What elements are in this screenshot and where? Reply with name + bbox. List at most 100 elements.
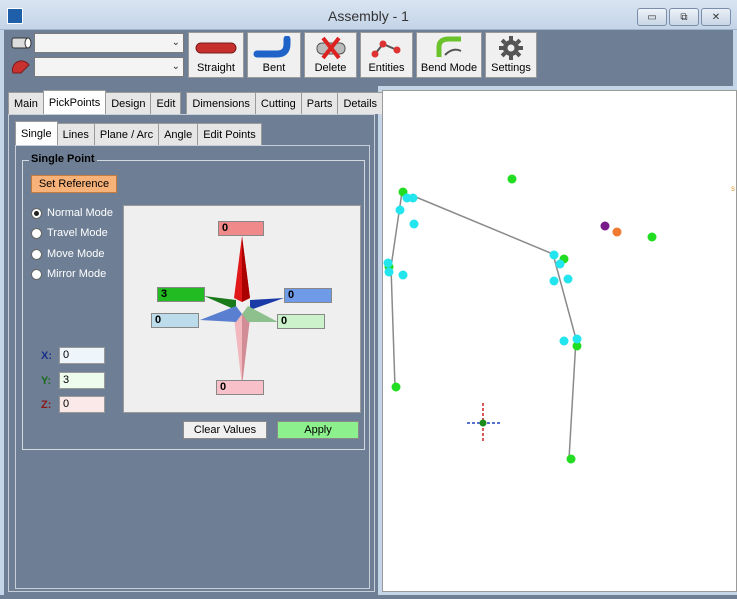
tab-angle[interactable]: Angle bbox=[158, 123, 199, 145]
mirror-mode-label: Mirror Mode bbox=[47, 268, 107, 280]
radio-indicator[interactable] bbox=[31, 268, 42, 280]
entities-label: Entities bbox=[368, 62, 405, 74]
value-right[interactable]: 0 bbox=[284, 288, 332, 303]
main-tabs: Main PickPoints Design Edit Dimensions C… bbox=[8, 90, 384, 114]
x-coordinate-row: X: 0 bbox=[41, 347, 105, 364]
tab-parts[interactable]: Parts bbox=[300, 92, 339, 114]
pipe-path-right bbox=[410, 194, 577, 460]
travel-mode-radio[interactable]: Travel Mode bbox=[31, 225, 108, 241]
die-select[interactable]: ⌄ bbox=[34, 57, 184, 77]
value-front-left[interactable]: 0 bbox=[151, 313, 199, 328]
window-title: Assembly - 1 bbox=[328, 8, 409, 24]
tab-dimensions[interactable]: Dimensions bbox=[186, 92, 256, 114]
title-bar: Assembly - 1 ▭ ⧉ ✕ bbox=[0, 0, 737, 30]
entities-button[interactable]: Entities bbox=[360, 32, 413, 78]
bend-mode-button[interactable]: Bend Mode bbox=[416, 32, 482, 78]
tab-design[interactable]: Design bbox=[105, 92, 152, 114]
window-bottom-border bbox=[0, 595, 737, 599]
direction-compass[interactable]: 0 3 0 0 0 0 bbox=[123, 205, 361, 413]
mirror-mode-radio[interactable]: Mirror Mode bbox=[31, 266, 106, 282]
radio-indicator[interactable] bbox=[31, 248, 42, 260]
purple-point[interactable] bbox=[600, 221, 610, 231]
entities-icon bbox=[369, 33, 405, 62]
settings-button[interactable]: Settings bbox=[485, 32, 537, 78]
origin-axis-icon bbox=[467, 403, 501, 443]
3d-viewport[interactable]: s bbox=[382, 90, 737, 592]
move-mode-radio[interactable]: Move Mode bbox=[31, 246, 104, 262]
radio-indicator[interactable] bbox=[31, 227, 42, 239]
minimize-icon: ▭ bbox=[647, 11, 657, 23]
bend-mode-label: Bend Mode bbox=[420, 62, 478, 74]
tab-parts-label: Parts bbox=[306, 97, 333, 110]
set-reference-button[interactable]: Set Reference bbox=[31, 175, 117, 193]
tab-edit-label: Edit bbox=[156, 97, 176, 110]
orange-point[interactable] bbox=[612, 227, 622, 237]
x-field[interactable]: 0 bbox=[59, 347, 105, 364]
bent-pipe-icon bbox=[253, 33, 295, 62]
maximize-icon: ⧉ bbox=[680, 11, 688, 23]
tab-main[interactable]: Main bbox=[8, 92, 44, 114]
bent-button[interactable]: Bent bbox=[247, 32, 301, 78]
close-button[interactable]: ✕ bbox=[701, 8, 731, 26]
tab-dimensions-label: Dimensions bbox=[192, 97, 250, 110]
tab-details-label: Details bbox=[343, 97, 378, 110]
z-label: Z: bbox=[41, 398, 52, 411]
value-bottom[interactable]: 0 bbox=[216, 380, 264, 395]
pickpoint-canvas[interactable]: s bbox=[383, 91, 737, 593]
tab-pickpoints-label: PickPoints bbox=[48, 96, 101, 109]
close-icon: ✕ bbox=[711, 11, 721, 23]
normal-mode-radio[interactable]: Normal Mode bbox=[31, 205, 113, 221]
tab-single[interactable]: Single bbox=[15, 121, 58, 145]
move-mode-label: Move Mode bbox=[47, 248, 105, 260]
pipe-select[interactable]: ⌄ bbox=[34, 33, 184, 53]
radio-indicator[interactable] bbox=[31, 207, 42, 219]
z-field[interactable]: 0 bbox=[59, 396, 105, 413]
left-panel: Main PickPoints Design Edit Dimensions C… bbox=[4, 86, 384, 595]
settings-label: Settings bbox=[491, 62, 531, 74]
tab-angle-label: Angle bbox=[164, 128, 193, 141]
value-top[interactable]: 0 bbox=[218, 221, 264, 236]
bend-die-icon bbox=[8, 56, 34, 78]
tab-pickpoints[interactable]: PickPoints bbox=[42, 90, 107, 114]
apply-button[interactable]: Apply bbox=[277, 421, 359, 439]
cyan-points[interactable] bbox=[383, 193, 582, 346]
pickpoints-tab-body: Single Lines Plane / Arc Angle Edit Poin… bbox=[8, 114, 375, 592]
bend-mode-icon bbox=[431, 33, 467, 62]
normal-mode-label: Normal Mode bbox=[47, 207, 114, 219]
green-points[interactable] bbox=[384, 174, 657, 464]
gear-icon bbox=[497, 33, 525, 62]
clear-values-button[interactable]: Clear Values bbox=[183, 421, 267, 439]
delete-button[interactable]: Delete bbox=[304, 32, 357, 78]
straight-button[interactable]: Straight bbox=[188, 32, 244, 78]
maximize-button[interactable]: ⧉ bbox=[669, 8, 699, 26]
tab-plane-arc[interactable]: Plane / Arc bbox=[93, 123, 160, 145]
straight-label: Straight bbox=[197, 62, 235, 74]
z-coordinate-row: Z: 0 bbox=[41, 396, 105, 413]
delete-label: Delete bbox=[314, 62, 347, 74]
group-title: Single Point bbox=[29, 153, 97, 165]
single-point-group: Single Point Set Reference Normal Mode T… bbox=[22, 153, 365, 450]
minimize-button[interactable]: ▭ bbox=[637, 8, 667, 26]
tab-design-label: Design bbox=[111, 97, 146, 110]
chevron-down-icon: ⌄ bbox=[171, 61, 180, 72]
x-label: X: bbox=[41, 349, 52, 362]
tab-details[interactable]: Details bbox=[337, 92, 384, 114]
tab-cutting-label: Cutting bbox=[260, 97, 296, 110]
tab-edit-points[interactable]: Edit Points bbox=[197, 123, 262, 145]
tab-lines[interactable]: Lines bbox=[56, 123, 95, 145]
tab-lines-label: Lines bbox=[62, 128, 89, 141]
tab-edit-points-label: Edit Points bbox=[203, 128, 256, 141]
y-coordinate-row: Y: 3 bbox=[41, 372, 105, 389]
die-combo-row: ⌄ bbox=[8, 56, 190, 78]
delete-pipe-icon bbox=[311, 33, 351, 62]
value-left[interactable]: 3 bbox=[157, 287, 205, 302]
sub-tabs: Single Lines Plane / Arc Angle Edit Poin… bbox=[15, 121, 262, 145]
tab-cutting[interactable]: Cutting bbox=[254, 92, 302, 114]
value-front-right[interactable]: 0 bbox=[277, 314, 325, 329]
tab-main-label: Main bbox=[14, 97, 38, 110]
tab-edit[interactable]: Edit bbox=[150, 92, 182, 114]
travel-mode-label: Travel Mode bbox=[47, 227, 108, 239]
y-field[interactable]: 3 bbox=[59, 372, 105, 389]
bent-label: Bent bbox=[262, 62, 286, 74]
single-tab-body: Single Point Set Reference Normal Mode T… bbox=[15, 145, 370, 589]
